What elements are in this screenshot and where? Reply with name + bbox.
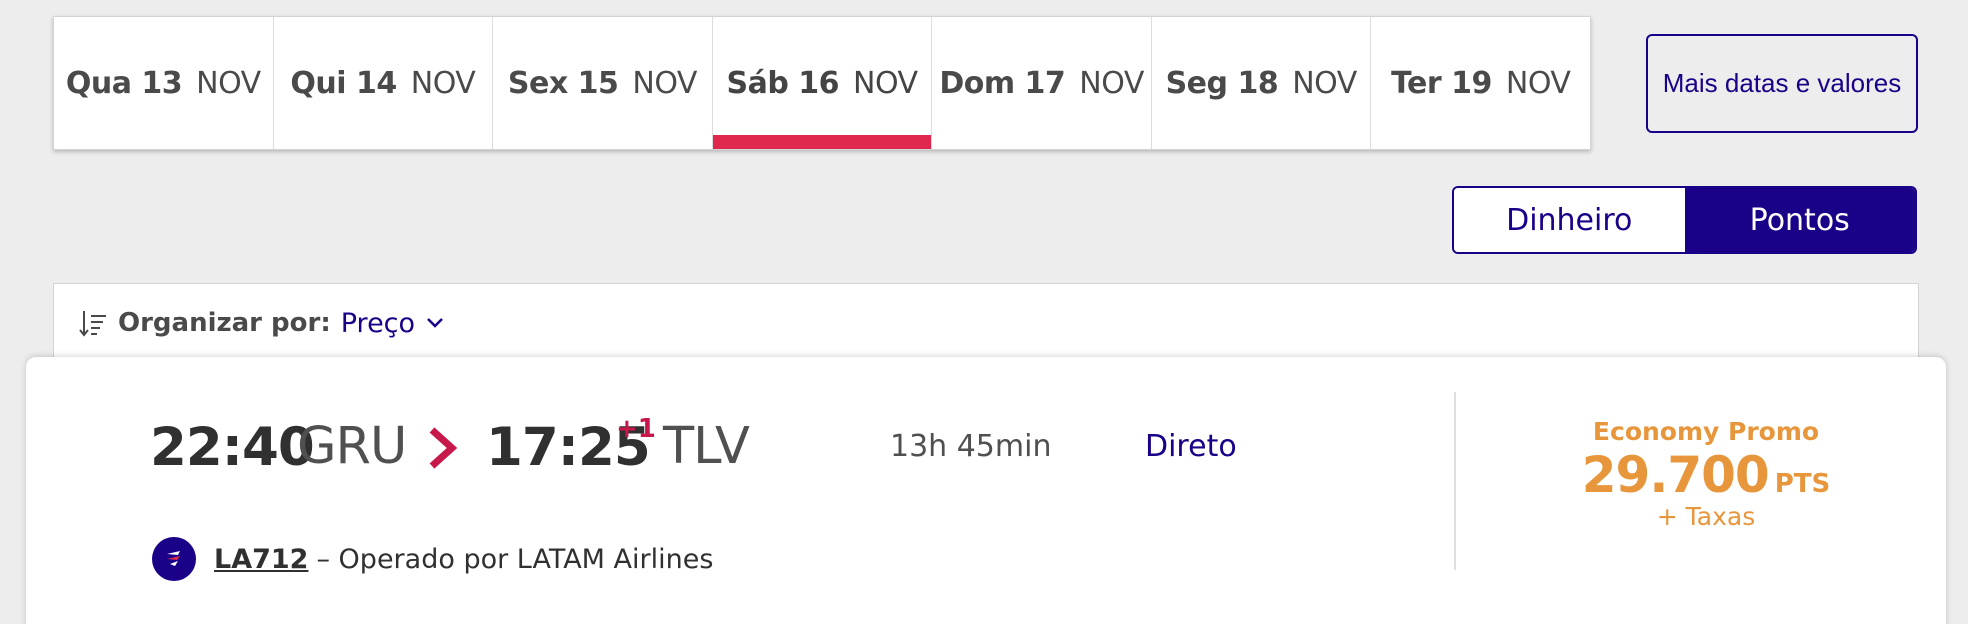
currency-toggle: Dinheiro Pontos <box>1452 186 1917 254</box>
date-tab-day: Ter 19 <box>1391 65 1492 101</box>
date-tab-month: NOV <box>632 65 697 101</box>
money-option-button[interactable]: Dinheiro <box>1454 188 1685 252</box>
fare-price: 29.700 <box>1581 446 1770 504</box>
date-tab-day: Dom 17 <box>939 65 1066 101</box>
flight-number-link[interactable]: LA712 <box>214 544 308 575</box>
sort-label: Organizar por: <box>118 308 331 338</box>
destination-airport: TLV <box>663 417 750 476</box>
sort-lines-icon <box>79 311 106 337</box>
points-option-button[interactable]: Pontos <box>1684 188 1915 252</box>
date-tab-sun-17[interactable]: Dom 17 NOV <box>932 17 1152 149</box>
fare-unit: PTS <box>1774 469 1831 499</box>
sort-dropdown[interactable]: Preço <box>341 308 415 339</box>
flight-card[interactable]: 22:40 GRU 17:25 +1 TLV 13h 45min Direto … <box>26 357 1946 624</box>
chevron-down-icon[interactable] <box>425 313 445 333</box>
date-tab-day: Seg 18 <box>1165 65 1279 101</box>
sort-bar: Organizar por: Preço <box>53 283 1919 363</box>
cabin-class: Economy Promo <box>1592 417 1820 446</box>
date-tab-month: NOV <box>1292 65 1357 101</box>
card-divider <box>1454 392 1456 570</box>
date-tab-sat-16[interactable]: Sáb 16 NOV <box>712 17 933 149</box>
active-tab-indicator <box>712 135 932 149</box>
date-tab-day: Qui 14 <box>290 65 397 101</box>
operator-row: LA712 – Operado por LATAM Airlines <box>152 537 713 581</box>
flight-duration: 13h 45min <box>890 429 1052 464</box>
fare-option[interactable]: Economy Promo 29.700 PTS + Taxas <box>1506 417 1906 531</box>
date-tab-wed-13[interactable]: Qua 13 NOV <box>54 17 274 149</box>
taxes-note: + Taxas <box>1656 502 1756 531</box>
stops-info[interactable]: Direto <box>1145 429 1237 464</box>
date-tab-month: NOV <box>853 65 918 101</box>
date-tab-tue-19[interactable]: Ter 19 NOV <box>1371 17 1590 149</box>
date-tab-day: Sáb 16 <box>726 65 839 101</box>
chevron-right-icon <box>429 427 458 469</box>
date-tab-mon-18[interactable]: Seg 18 NOV <box>1152 17 1372 149</box>
date-tab-month: NOV <box>196 65 261 101</box>
date-tab-fri-15[interactable]: Sex 15 NOV <box>493 17 713 149</box>
operator-text: – Operado por LATAM Airlines <box>316 543 714 575</box>
origin-airport: GRU <box>297 417 407 476</box>
date-tab-month: NOV <box>1079 65 1144 101</box>
day-offset-badge: +1 <box>616 414 656 444</box>
more-dates-button[interactable]: Mais datas e valores <box>1646 34 1918 133</box>
date-tab-day: Qua 13 <box>65 65 183 101</box>
date-tab-month: NOV <box>1505 65 1571 101</box>
date-selector: Qua 13 NOV Qui 14 NOV Sex 15 NOV Sáb 16 … <box>53 16 1591 150</box>
price-line: 29.700 PTS <box>1506 450 1906 500</box>
departure-time: 22:40 <box>150 417 315 478</box>
latam-logo-icon <box>152 537 196 581</box>
date-tab-thu-14[interactable]: Qui 14 NOV <box>274 17 494 149</box>
date-tab-day: Sex 15 <box>507 65 619 101</box>
date-tab-month: NOV <box>410 65 476 101</box>
